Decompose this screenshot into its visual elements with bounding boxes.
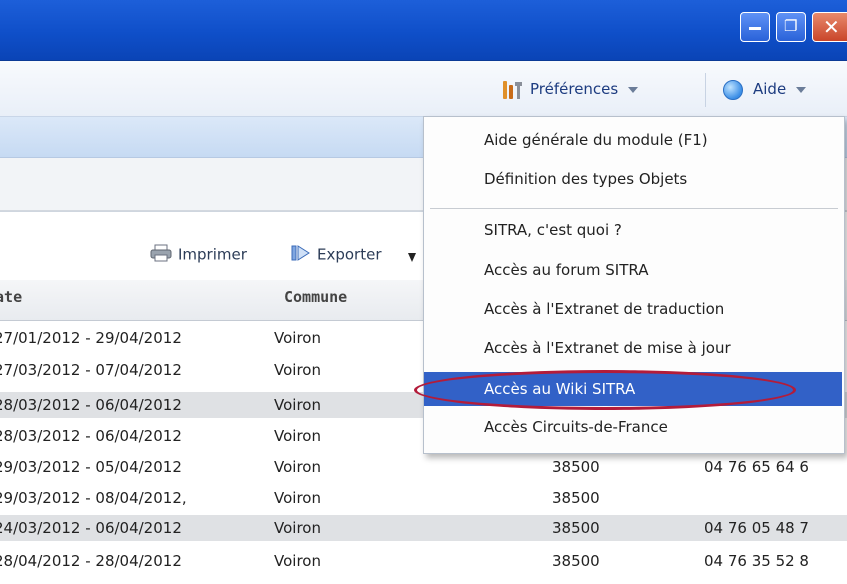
- chevron-down-icon: [628, 86, 639, 93]
- help-dropdown-menu: Aide générale du module (F1) Définition …: [423, 116, 845, 454]
- table-row[interactable]: 29/03/2012 - 05/04/2012 Voiron 38500 04 …: [0, 454, 847, 480]
- table-row[interactable]: 29/03/2012 - 08/04/2012, Voiron 38500: [0, 485, 847, 511]
- close-icon: ✕: [823, 15, 840, 39]
- cell-commune: Voiron: [274, 519, 321, 537]
- menu-divider: [705, 73, 706, 107]
- cell-date: 24/03/2012 - 06/04/2012: [0, 519, 182, 537]
- cell-phone: 04 76 05 48 7: [704, 519, 809, 537]
- export-icon: [291, 244, 311, 266]
- cell-postal-code: 38500: [552, 458, 600, 476]
- printer-icon: [150, 244, 172, 266]
- cell-date: 28/04/2012 - 28/04/2012: [0, 552, 182, 570]
- menu-item-sitra-forum[interactable]: Accès au forum SITRA: [424, 253, 842, 287]
- menu-item-circuits-de-france[interactable]: Accès Circuits-de-France: [424, 410, 842, 444]
- close-button[interactable]: ✕: [812, 12, 847, 42]
- menu-item-sitra-wiki[interactable]: Accès au Wiki SITRA: [424, 372, 842, 406]
- cell-date: 28/03/2012 - 06/04/2012: [0, 427, 182, 445]
- menu-item-translation-extranet[interactable]: Accès à l'Extranet de traduction: [424, 292, 842, 326]
- export-dropdown-arrow-icon[interactable]: [408, 253, 416, 262]
- menu-item-what-is-sitra[interactable]: SITRA, c'est quoi ?: [424, 213, 842, 247]
- preferences-label: Préférences: [530, 80, 619, 98]
- cell-commune: Voiron: [274, 552, 321, 570]
- print-button[interactable]: Imprimer: [150, 244, 247, 266]
- column-header-date[interactable]: Date: [0, 288, 22, 306]
- cell-phone: 04 76 35 52 8: [704, 552, 809, 570]
- minimize-button[interactable]: [740, 12, 770, 42]
- cell-commune: Voiron: [274, 329, 321, 347]
- table-row[interactable]: 24/03/2012 - 06/04/2012 Voiron 38500 04 …: [0, 515, 847, 541]
- menu-item-object-types[interactable]: Définition des types Objets: [424, 162, 842, 196]
- window-titlebar: ❐ ✕: [0, 0, 847, 61]
- column-header-commune[interactable]: Commune: [284, 288, 347, 306]
- menu-separator: [430, 208, 838, 209]
- cell-commune: Voiron: [274, 361, 321, 379]
- menu-item-general-help[interactable]: Aide générale du module (F1): [424, 123, 842, 157]
- cell-postal-code: 38500: [552, 519, 600, 537]
- menu-item-update-extranet[interactable]: Accès à l'Extranet de mise à jour: [424, 331, 842, 365]
- cell-date: 29/03/2012 - 05/04/2012: [0, 458, 182, 476]
- cell-commune: Voiron: [274, 427, 321, 445]
- cell-postal-code: 38500: [552, 552, 600, 570]
- cell-commune: Voiron: [274, 396, 321, 414]
- help-label: Aide: [753, 80, 787, 98]
- cell-date: 28/03/2012 - 06/04/2012: [0, 396, 182, 414]
- cell-date: 29/03/2012 - 08/04/2012,: [0, 489, 187, 507]
- menu-bar: Préférences Aide: [0, 61, 847, 117]
- tools-icon: [500, 79, 524, 101]
- cell-postal-code: 38500: [552, 489, 600, 507]
- chevron-down-icon: [796, 86, 807, 93]
- cell-commune: Voiron: [274, 489, 321, 507]
- maximize-button[interactable]: ❐: [776, 12, 806, 42]
- export-label: Exporter: [317, 245, 382, 264]
- maximize-icon: ❐: [784, 17, 798, 35]
- minimize-icon: [749, 27, 761, 30]
- preferences-menu[interactable]: Préférences: [500, 78, 639, 102]
- help-menu[interactable]: Aide: [723, 78, 807, 102]
- cell-phone: 04 76 65 64 6: [704, 458, 809, 476]
- table-row[interactable]: 28/04/2012 - 28/04/2012 Voiron 38500 04 …: [0, 548, 847, 574]
- print-label: Imprimer: [178, 245, 247, 264]
- export-button[interactable]: Exporter: [291, 244, 382, 266]
- cell-commune: Voiron: [274, 458, 321, 476]
- cell-date: 27/03/2012 - 07/04/2012: [0, 361, 182, 379]
- help-icon: [723, 79, 743, 100]
- cell-date: 27/01/2012 - 29/04/2012: [0, 329, 182, 347]
